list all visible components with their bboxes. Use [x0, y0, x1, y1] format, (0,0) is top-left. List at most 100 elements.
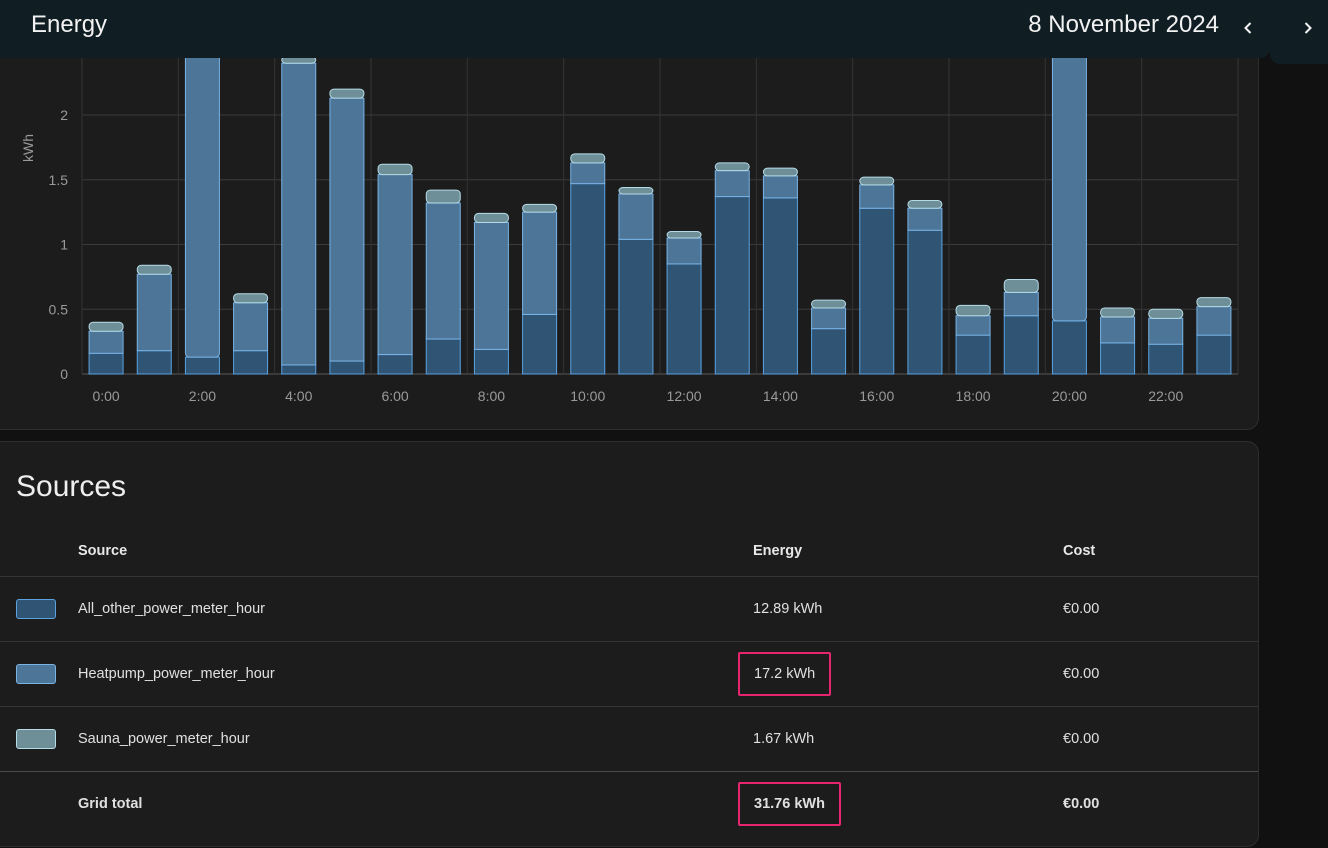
bar-segment-all[interactable]	[377, 354, 413, 375]
bar-segment-all[interactable]	[281, 364, 317, 375]
bar-segment-sauna[interactable]	[907, 199, 943, 209]
bar-segment-all[interactable]	[618, 238, 654, 375]
x-tick-label: 12:00	[667, 388, 702, 404]
bar-segment-all[interactable]	[714, 196, 750, 375]
table-row: Sauna_power_meter_hour 1.67 kWh €0.00	[0, 706, 1258, 772]
bar-segment-sauna[interactable]	[714, 162, 750, 172]
bar-segment-sauna[interactable]	[1100, 307, 1136, 318]
bar-segment-all[interactable]	[88, 352, 124, 375]
bar-segment-heatpump[interactable]	[762, 175, 798, 199]
source-name: Heatpump_power_meter_hour	[78, 641, 753, 707]
bar-segment-heatpump[interactable]	[425, 202, 461, 340]
bar-segment-heatpump[interactable]	[281, 62, 317, 366]
bar-segment-heatpump[interactable]	[1003, 291, 1039, 317]
bar-segment-sauna[interactable]	[473, 212, 509, 223]
bar-segment-sauna[interactable]	[1148, 308, 1184, 319]
bar-segment-sauna[interactable]	[570, 153, 606, 164]
bar-segment-heatpump[interactable]	[811, 307, 847, 330]
bar-segment-all[interactable]	[570, 183, 606, 375]
bar-segment-heatpump[interactable]	[618, 193, 654, 240]
bar-segment-sauna[interactable]	[425, 189, 461, 204]
bar-segment-heatpump[interactable]	[329, 97, 365, 362]
bar-segment-all[interactable]	[811, 328, 847, 375]
bar-segment-heatpump[interactable]	[88, 330, 124, 354]
series-color-swatch	[16, 599, 56, 619]
x-tick-label: 4:00	[285, 388, 312, 404]
bar-segment-all[interactable]	[955, 334, 991, 375]
table-row: All_other_power_meter_hour 12.89 kWh €0.…	[0, 576, 1258, 642]
bar-segment-heatpump[interactable]	[714, 170, 750, 198]
bar-segment-all[interactable]	[666, 263, 702, 375]
page-title: Energy	[31, 11, 108, 38]
bar-segment-sauna[interactable]	[618, 187, 654, 195]
bar-segment-all[interactable]	[136, 350, 172, 375]
bar-segment-sauna[interactable]	[955, 304, 991, 317]
previous-day-button[interactable]	[1229, 9, 1267, 47]
bar-segment-heatpump[interactable]	[907, 207, 943, 231]
bar-segment-heatpump[interactable]	[233, 302, 269, 352]
bar-segment-all[interactable]	[473, 348, 509, 375]
bar-segment-heatpump[interactable]	[955, 315, 991, 336]
bar-segment-heatpump[interactable]	[136, 273, 172, 352]
sources-title: Sources	[16, 470, 127, 503]
bar-segment-sauna[interactable]	[329, 88, 365, 99]
bar-segment-all[interactable]	[522, 313, 558, 375]
total-energy: 31.76 kWh	[738, 782, 841, 826]
energy-bar-chart: 0 0.5 1 1.5 2 kWh 0:00 2:00 4:00 6:00 8:00 10:00 12:…	[20, 10, 1239, 404]
bar-segment-sauna[interactable]	[136, 264, 172, 275]
column-header-source[interactable]: Source	[78, 526, 753, 577]
bar-segment-heatpump[interactable]	[184, 10, 220, 358]
top-app-bar: Energy 8 November 2024	[0, 0, 1312, 58]
column-header-cost[interactable]: Cost	[1063, 526, 1258, 577]
grid-total-row: Grid total 31.76 kWh €0.00	[0, 771, 1258, 836]
x-tick-label: 18:00	[956, 388, 991, 404]
column-header-energy[interactable]: Energy	[753, 526, 1063, 577]
bar-segment-all[interactable]	[762, 197, 798, 375]
bar-segment-heatpump[interactable]	[1148, 317, 1184, 345]
bar-segment-all[interactable]	[907, 229, 943, 375]
bar-segment-all[interactable]	[425, 338, 461, 375]
bar-segment-heatpump[interactable]	[473, 221, 509, 350]
x-tick-label: 20:00	[1052, 388, 1087, 404]
bar-segment-all[interactable]	[233, 350, 269, 375]
bar-segment-all[interactable]	[1051, 320, 1087, 375]
bar-segment-all[interactable]	[329, 360, 365, 375]
x-tick-label: 6:00	[381, 388, 408, 404]
next-day-button[interactable]	[1289, 9, 1327, 47]
bar-segment-all[interactable]	[1100, 342, 1136, 375]
bar-segment-all[interactable]	[1003, 315, 1039, 375]
series-color-swatch	[16, 729, 56, 749]
bar-segment-sauna[interactable]	[233, 293, 269, 304]
bar-segment-heatpump[interactable]	[377, 174, 413, 356]
chevron-left-icon	[1244, 22, 1252, 34]
y-tick-label: 0.5	[49, 301, 69, 317]
source-name: Sauna_power_meter_hour	[78, 706, 753, 772]
bar-segment-all[interactable]	[1148, 343, 1184, 375]
bar-segment-sauna[interactable]	[859, 176, 895, 186]
bar-segment-sauna[interactable]	[666, 231, 702, 239]
x-tick-label: 14:00	[763, 388, 798, 404]
bar-segment-sauna[interactable]	[522, 203, 558, 213]
bar-segment-sauna[interactable]	[811, 299, 847, 309]
bar-segment-sauna[interactable]	[762, 167, 798, 177]
bar-segment-all[interactable]	[859, 207, 895, 375]
bar-segment-heatpump[interactable]	[666, 237, 702, 265]
y-tick-label: 1.5	[49, 172, 69, 188]
source-cost: €0.00	[1063, 706, 1258, 772]
date-label: 8 November 2024	[1028, 11, 1219, 38]
bar-segment-heatpump[interactable]	[859, 184, 895, 209]
bar-segment-heatpump[interactable]	[1196, 306, 1232, 336]
bar-segment-all[interactable]	[184, 356, 220, 375]
y-tick-label: 2	[60, 107, 68, 123]
source-energy: 1.67 kWh	[753, 706, 1063, 772]
bar-segment-sauna[interactable]	[88, 321, 124, 332]
bar-segment-sauna[interactable]	[377, 163, 413, 176]
bar-segment-sauna[interactable]	[1003, 278, 1039, 293]
x-tick-label: 10:00	[570, 388, 605, 404]
sources-table: Source Energy Cost All_other_power_meter…	[0, 526, 1258, 836]
bar-segment-heatpump[interactable]	[570, 162, 606, 185]
bar-segment-heatpump[interactable]	[522, 211, 558, 315]
bar-segment-sauna[interactable]	[1196, 297, 1232, 308]
bar-segment-heatpump[interactable]	[1100, 316, 1136, 344]
bar-segment-all[interactable]	[1196, 334, 1232, 375]
